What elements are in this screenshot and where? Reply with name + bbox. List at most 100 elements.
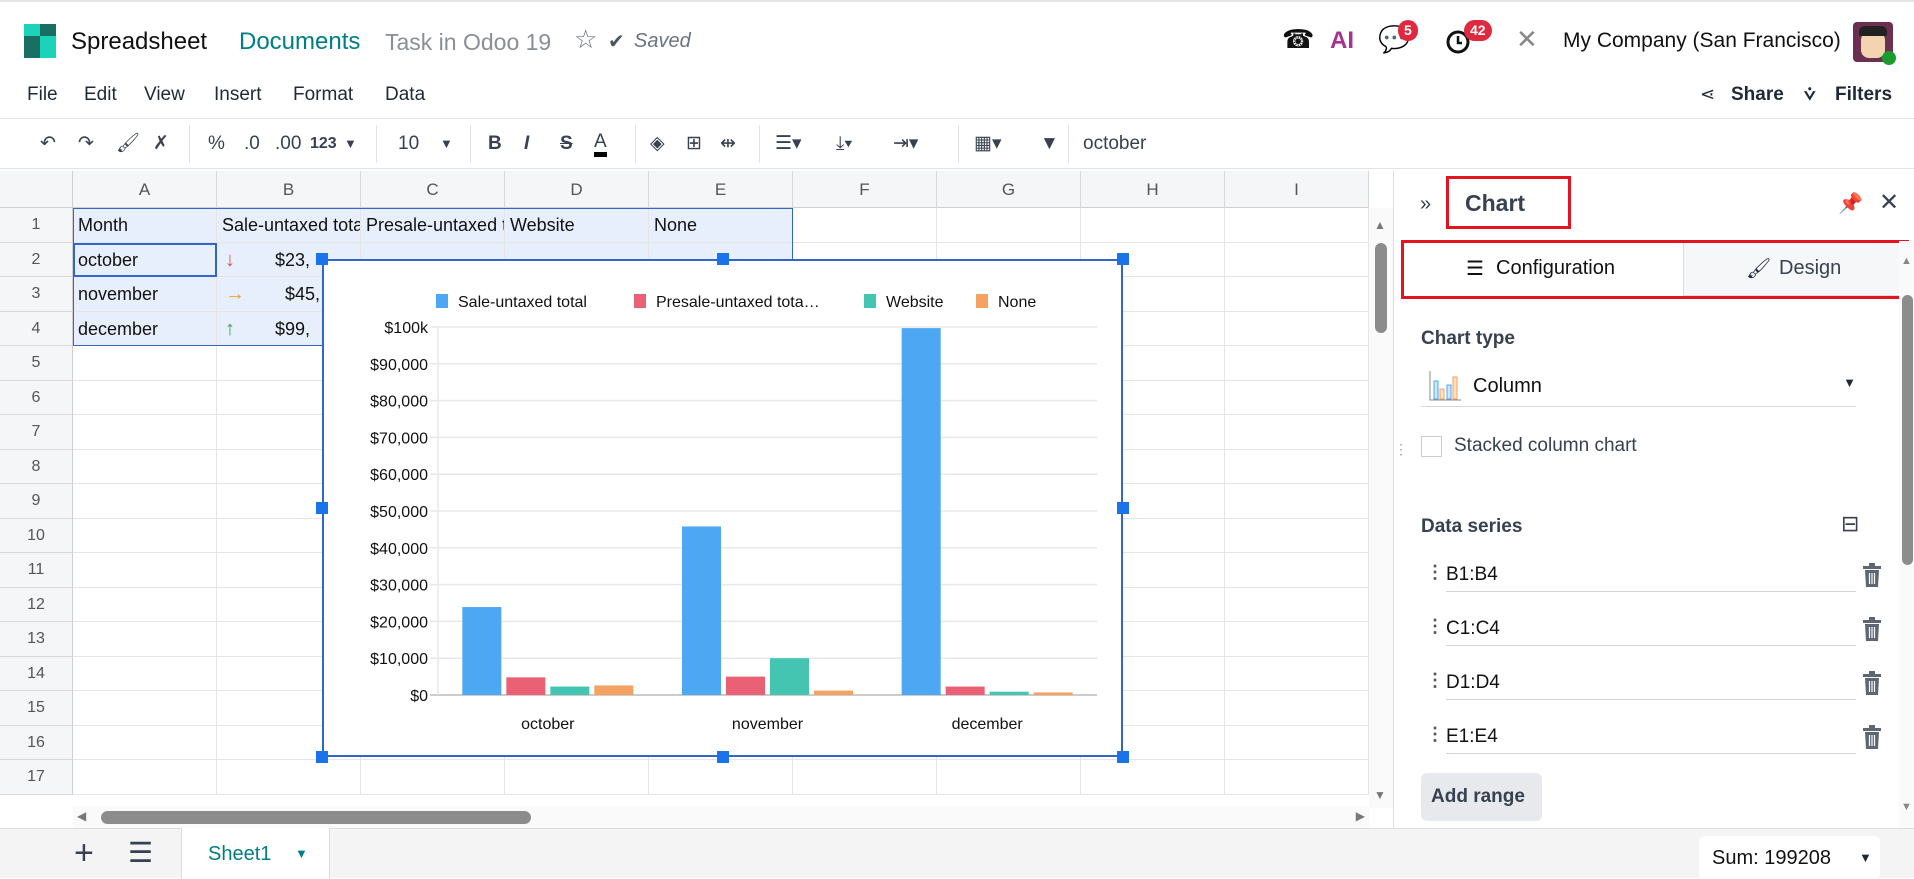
cell-A12[interactable] <box>73 587 217 622</box>
tab-configuration[interactable]: ☰ Configuration <box>1404 243 1683 296</box>
resize-handle[interactable] <box>1117 751 1129 763</box>
number-format-button[interactable]: 123 <box>310 131 337 157</box>
column-header-A[interactable]: A <box>73 171 217 208</box>
percent-button[interactable]: % <box>208 131 225 157</box>
row-header-2[interactable]: 2 <box>0 242 73 277</box>
stacked-checkbox[interactable] <box>1421 436 1442 457</box>
cell-I15[interactable] <box>1225 691 1369 726</box>
horizontal-align-icon[interactable]: ☰▾ <box>775 131 802 157</box>
chart-type-select[interactable]: Column ▼ <box>1421 365 1856 407</box>
cell-I10[interactable] <box>1225 518 1369 553</box>
cell-I9[interactable] <box>1225 484 1369 519</box>
row-header-12[interactable]: 12 <box>0 587 73 622</box>
filters-button[interactable]: Filters <box>1835 84 1892 106</box>
column-header-D[interactable]: D <box>505 171 649 208</box>
bold-button[interactable]: B <box>488 131 502 157</box>
data-range-input[interactable]: B1:B4 <box>1446 560 1856 592</box>
cell-A5[interactable] <box>73 346 217 381</box>
cell-I16[interactable] <box>1225 725 1369 760</box>
cell-A3[interactable]: november <box>73 277 217 312</box>
cell-A9[interactable] <box>73 484 217 519</box>
paint-format-icon[interactable]: 🖌 <box>116 131 140 157</box>
row-header-11[interactable]: 11 <box>0 553 73 588</box>
trash-icon[interactable] <box>1860 562 1884 588</box>
data-range-input[interactable]: C1:C4 <box>1446 614 1856 646</box>
vertical-align-icon[interactable]: ⤓▾ <box>836 131 852 157</box>
cell-E17[interactable] <box>649 760 793 795</box>
ai-icon[interactable]: AI <box>1330 27 1354 55</box>
italic-button[interactable]: I <box>524 131 529 157</box>
cell-I12[interactable] <box>1225 587 1369 622</box>
cell-I6[interactable] <box>1225 380 1369 415</box>
cell-I5[interactable] <box>1225 346 1369 381</box>
column-header-F[interactable]: F <box>793 171 937 208</box>
scroll-thumb[interactable] <box>101 811 531 824</box>
grid-horizontal-scrollbar[interactable]: ◀ ▶ <box>73 806 1369 828</box>
decrease-decimal-button[interactable]: .0 <box>244 131 260 157</box>
row-header-5[interactable]: 5 <box>0 346 73 381</box>
cell-I4[interactable] <box>1225 311 1369 346</box>
collapse-panel-icon[interactable]: » <box>1420 193 1431 216</box>
cell-D1[interactable]: Website <box>505 208 649 243</box>
undo-icon[interactable]: ↶ <box>40 131 56 157</box>
row-header-9[interactable]: 9 <box>0 484 73 519</box>
chevron-down-icon[interactable]: ▼ <box>295 846 308 861</box>
resize-handle[interactable] <box>1117 253 1129 265</box>
panel-resize-handle[interactable]: ⋮ <box>1394 442 1408 456</box>
borders-icon[interactable]: ⊞ <box>686 131 702 157</box>
cell-I7[interactable] <box>1225 415 1369 450</box>
resize-handle[interactable] <box>316 253 328 265</box>
menu-insert[interactable]: Insert <box>214 84 262 106</box>
fill-color-icon[interactable]: ◈ <box>650 131 665 157</box>
row-header-4[interactable]: 4 <box>0 311 73 346</box>
filter-icon[interactable]: ▼ <box>1040 131 1059 157</box>
document-title[interactable]: Task in Odoo 19 <box>385 29 551 56</box>
cell-A6[interactable] <box>73 380 217 415</box>
breadcrumb-documents[interactable]: Documents <box>239 28 360 56</box>
row-header-13[interactable]: 13 <box>0 622 73 657</box>
chart-figure[interactable]: $0 $10,000 $20,000 $30,000 $40,000 $50,000 $60… <box>322 259 1123 757</box>
scroll-thumb[interactable] <box>1902 295 1913 565</box>
cell-I8[interactable] <box>1225 449 1369 484</box>
column-header-E[interactable]: E <box>649 171 793 208</box>
company-switcher[interactable]: My Company (San Francisco) <box>1563 29 1841 53</box>
merge-cells-icon[interactable]: ⇹ <box>720 131 736 157</box>
menu-view[interactable]: View <box>144 84 185 106</box>
cell-A14[interactable] <box>73 656 217 691</box>
chevron-down-icon[interactable]: ▼ <box>440 131 453 157</box>
star-icon[interactable]: ☆ <box>574 24 597 55</box>
clear-format-icon[interactable]: ✗ <box>153 131 169 157</box>
font-size-select[interactable]: 10 <box>398 131 419 157</box>
data-range-input[interactable]: D1:D4 <box>1446 668 1856 700</box>
table-format-icon[interactable]: ▦▾ <box>974 131 1002 157</box>
cell-G17[interactable] <box>937 760 1081 795</box>
sheet-tab-sheet1[interactable]: Sheet1 ▼ <box>181 828 330 879</box>
resize-handle[interactable] <box>316 751 328 763</box>
cell-I13[interactable] <box>1225 622 1369 657</box>
cell-F17[interactable] <box>793 760 937 795</box>
resize-handle[interactable] <box>1117 502 1129 514</box>
cell-F1[interactable] <box>793 208 937 243</box>
cell-C17[interactable] <box>361 760 505 795</box>
column-header-I[interactable]: I <box>1225 171 1369 208</box>
trash-icon[interactable] <box>1860 670 1884 696</box>
cell-E1[interactable]: None <box>649 208 793 243</box>
drag-handle-icon[interactable]: ⋮ <box>1426 562 1444 583</box>
menu-file[interactable]: File <box>27 84 58 106</box>
cell-A7[interactable] <box>73 415 217 450</box>
row-header-17[interactable]: 17 <box>0 760 73 795</box>
cell-H17[interactable] <box>1081 760 1225 795</box>
resize-handle[interactable] <box>717 751 729 763</box>
row-header-16[interactable]: 16 <box>0 725 73 760</box>
cell-A11[interactable] <box>73 553 217 588</box>
row-header-6[interactable]: 6 <box>0 380 73 415</box>
resize-handle[interactable] <box>316 502 328 514</box>
trash-icon[interactable] <box>1860 724 1884 750</box>
tab-design[interactable]: 🖌 Design <box>1683 243 1906 296</box>
add-sheet-icon[interactable]: + <box>74 833 94 873</box>
column-header-H[interactable]: H <box>1081 171 1225 208</box>
cell-B1[interactable]: Sale-untaxed total <box>217 208 361 243</box>
row-header-10[interactable]: 10 <box>0 518 73 553</box>
cell-A4[interactable]: december <box>73 311 217 346</box>
cell-I2[interactable] <box>1225 242 1369 277</box>
